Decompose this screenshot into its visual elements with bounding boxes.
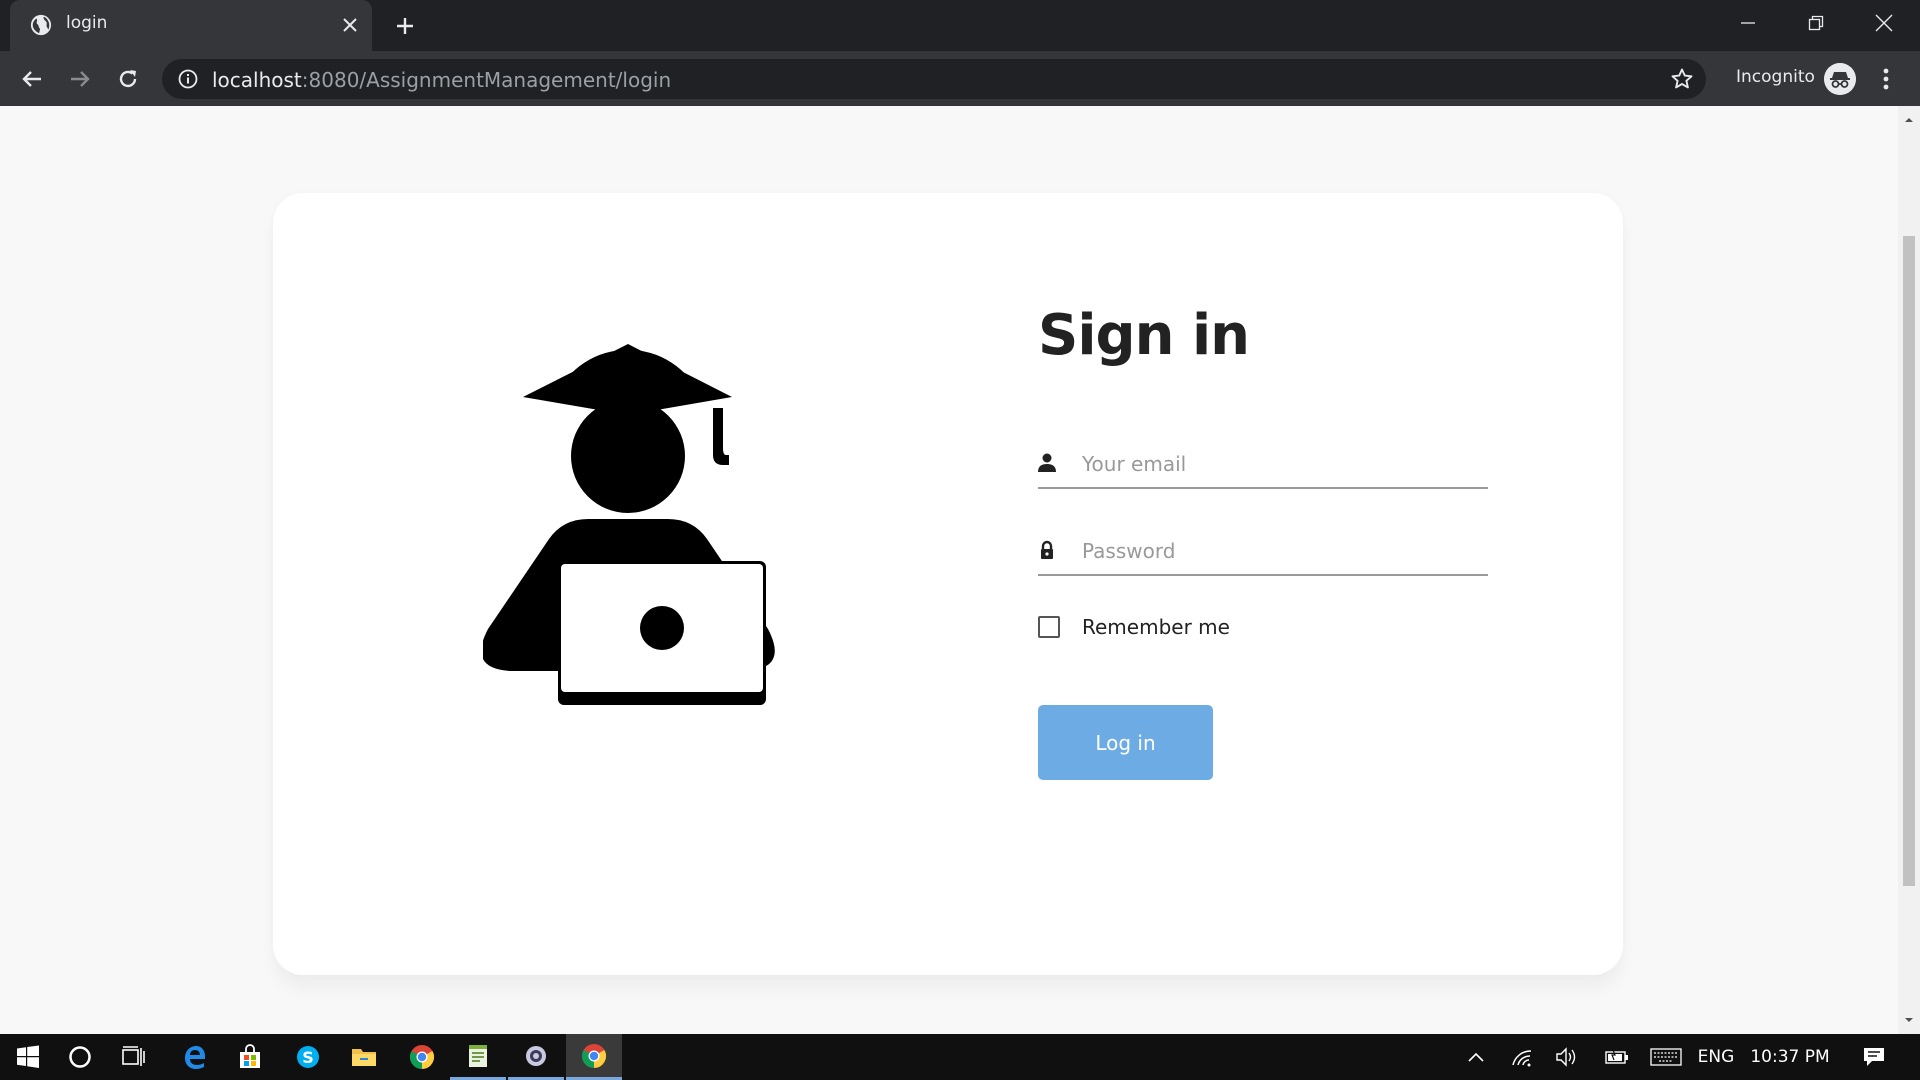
star-icon[interactable] [1670, 67, 1694, 91]
scroll-down-icon[interactable] [1903, 1014, 1915, 1026]
minimize-icon [1741, 21, 1755, 24]
globe-icon [30, 14, 52, 36]
browser-menu-button[interactable] [1872, 63, 1900, 95]
edge-icon [185, 1046, 205, 1069]
incognito-label: Incognito [1736, 67, 1815, 87]
clock[interactable]: 10:37 PM [1748, 1034, 1832, 1080]
windows-logo-icon [17, 1045, 39, 1068]
taskbar-app-settings[interactable] [508, 1034, 564, 1080]
action-center-button[interactable] [1852, 1034, 1896, 1080]
svg-text:S: S [302, 1048, 314, 1067]
volume-button[interactable] [1550, 1034, 1582, 1080]
password-input[interactable] [1082, 530, 1482, 572]
gear-icon [526, 1045, 546, 1066]
reload-icon [119, 70, 137, 88]
plus-icon [397, 18, 413, 34]
chrome-icon [409, 1045, 435, 1069]
forward-button[interactable] [62, 61, 98, 97]
scrollbar-thumb[interactable] [1903, 236, 1915, 886]
lock-icon [1041, 540, 1053, 559]
close-icon [343, 18, 357, 32]
speaker-icon [1556, 1047, 1576, 1067]
back-button[interactable] [14, 61, 50, 97]
store-bag-icon [240, 1044, 260, 1068]
browser-toolbar: localhost:8080/AssignmentManagement/logi… [0, 51, 1920, 106]
arrow-right-icon [71, 71, 90, 87]
start-button[interactable] [0, 1034, 56, 1080]
url-path: :8080/AssignmentManagement/login [301, 68, 672, 92]
url-text[interactable]: localhost:8080/AssignmentManagement/logi… [212, 68, 671, 92]
taskbar-store[interactable] [222, 1034, 278, 1080]
url-host: localhost [212, 68, 302, 92]
taskbar-skype[interactable]: S [280, 1034, 336, 1080]
notepad-icon [469, 1044, 487, 1067]
remember-me-checkbox[interactable] [1038, 616, 1060, 638]
remember-me-row: Remember me [1038, 613, 1230, 641]
restore-button[interactable] [1782, 0, 1850, 45]
new-tab-button[interactable] [390, 11, 420, 41]
password-field [1038, 530, 1488, 576]
browser-tab[interactable]: login [10, 0, 372, 51]
tab-title: login [66, 13, 108, 33]
info-icon[interactable] [178, 69, 198, 89]
close-icon [1875, 14, 1893, 31]
task-view-button[interactable] [106, 1034, 162, 1080]
login-button[interactable]: Log in [1038, 705, 1213, 780]
task-view-icon [122, 1046, 145, 1066]
email-input[interactable] [1082, 443, 1482, 485]
remember-me-label[interactable]: Remember me [1082, 615, 1230, 639]
cortana-button[interactable] [52, 1034, 108, 1080]
close-window-button[interactable] [1850, 0, 1918, 45]
email-field [1038, 443, 1488, 489]
taskbar-edge[interactable] [166, 1034, 222, 1080]
chrome-icon [581, 1043, 607, 1068]
address-bar[interactable]: localhost:8080/AssignmentManagement/logi… [162, 59, 1706, 99]
keyboard-icon [1650, 1048, 1682, 1066]
reload-button[interactable] [110, 61, 146, 97]
touch-keyboard-button[interactable] [1646, 1034, 1686, 1080]
arrow-left-icon [22, 71, 41, 87]
restore-icon [1808, 15, 1824, 30]
minimize-button[interactable] [1714, 0, 1782, 45]
cortana-circle-icon [69, 1046, 91, 1068]
chevron-up-icon [1468, 1052, 1484, 1062]
windows-taskbar: S ENG 10:37 PM [0, 1034, 1920, 1080]
login-card: Sign in Remember me Log in [273, 193, 1623, 975]
wifi-icon [1512, 1050, 1532, 1067]
language-indicator[interactable]: ENG [1694, 1034, 1738, 1080]
user-icon [1038, 453, 1056, 472]
skype-icon: S [297, 1046, 319, 1068]
page-scrollbar[interactable] [1898, 106, 1920, 1034]
show-hidden-icons-button[interactable] [1460, 1034, 1492, 1080]
browser-titlebar: login [0, 0, 1920, 51]
notification-icon [1864, 1048, 1884, 1066]
incognito-icon[interactable] [1824, 63, 1856, 95]
folder-icon [352, 1049, 376, 1066]
taskbar-chrome-active[interactable] [566, 1034, 622, 1080]
sign-in-title: Sign in [1038, 303, 1250, 368]
taskbar-file-explorer[interactable] [336, 1034, 392, 1080]
taskbar-app-editor[interactable] [450, 1034, 506, 1080]
tab-close-button[interactable] [336, 11, 364, 39]
battery-icon [1605, 1049, 1628, 1064]
student-laptop-illustration [483, 344, 775, 705]
taskbar-chrome[interactable] [394, 1034, 450, 1080]
more-vertical-icon [1883, 68, 1889, 90]
network-button[interactable] [1506, 1034, 1538, 1080]
scroll-up-icon[interactable] [1903, 114, 1915, 126]
page-viewport: Sign in Remember me Log in [0, 106, 1898, 1034]
battery-button[interactable] [1600, 1034, 1634, 1080]
